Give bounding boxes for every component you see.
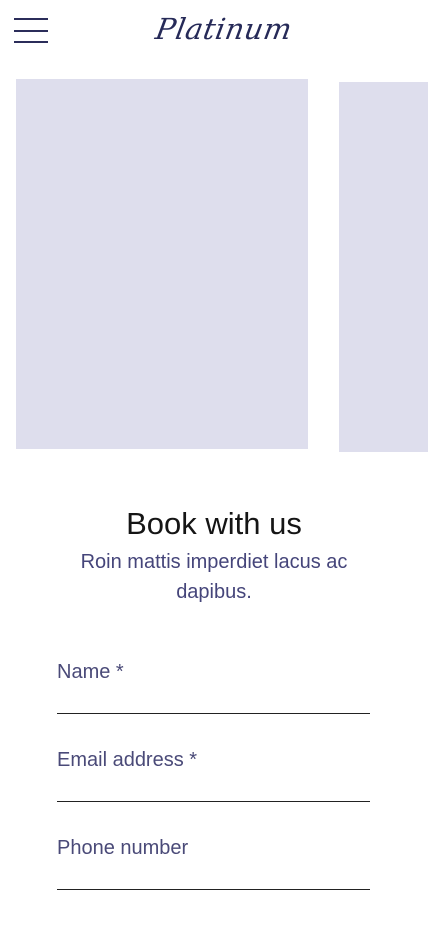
phone-input[interactable] (57, 865, 370, 887)
gallery-image[interactable] (339, 82, 428, 452)
booking-subtitle: Roin mattis imperdiet lacus ac dapibus. (80, 551, 348, 603)
name-field[interactable]: Name * (57, 661, 370, 714)
email-field[interactable]: Email address * (57, 749, 370, 802)
name-input[interactable] (57, 689, 370, 711)
phone-field[interactable]: Phone number (57, 837, 370, 890)
email-input[interactable] (57, 777, 370, 799)
booking-title: Book with us (126, 506, 302, 541)
gallery-image[interactable] (16, 79, 308, 449)
name-field-label: Name * (57, 661, 124, 683)
site-header: Platinum (0, 0, 428, 64)
menu-line (14, 30, 48, 32)
menu-line (14, 18, 48, 20)
menu-line (14, 41, 48, 43)
hamburger-menu-icon[interactable] (14, 17, 48, 45)
site-logo[interactable]: Platinum (153, 12, 295, 46)
email-field-label: Email address * (57, 749, 198, 771)
phone-field-label: Phone number (57, 837, 189, 859)
